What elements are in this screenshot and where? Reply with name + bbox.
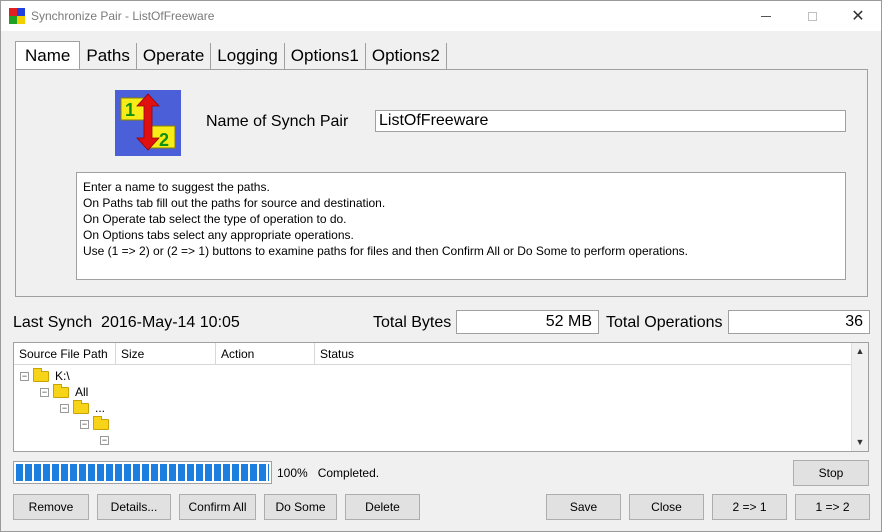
name-tab-panel: 1 2 Name of Synch Pair Enter a name to s… [15, 69, 868, 297]
progress-percent: 100% [277, 466, 308, 480]
progress-bar [13, 461, 272, 484]
progress-bar-fill [16, 464, 269, 481]
help-line: On Paths tab fill out the paths for sour… [83, 196, 386, 210]
help-text-box[interactable]: Enter a name to suggest the paths. On Pa… [76, 172, 846, 280]
close-button[interactable]: Close [629, 494, 704, 520]
app-window: Synchronize Pair - ListOfFreeware ✕ Name… [0, 0, 882, 532]
collapse-icon[interactable]: − [100, 435, 109, 445]
collapse-icon[interactable]: − [20, 371, 29, 381]
tree-item[interactable]: − ... [60, 399, 106, 416]
folder-icon [53, 383, 69, 398]
collapse-icon[interactable]: − [60, 403, 69, 413]
total-bytes-value: 52 MB [456, 310, 599, 334]
synch-pair-name-label: Name of Synch Pair [206, 113, 349, 130]
minimize-icon [761, 15, 771, 17]
window-title: Synchronize Pair - ListOfFreeware [31, 9, 215, 23]
list-header: Source File Path Size Action Status [14, 343, 852, 365]
folder-icon [73, 399, 89, 414]
operations-list[interactable]: Source File Path Size Action Status − K:… [13, 342, 869, 452]
folder-icon [33, 367, 49, 382]
total-operations-label: Total Operations [606, 314, 723, 331]
last-synch-label: Last Synch [13, 314, 93, 331]
help-line: Use (1 => 2) or (2 => 1) buttons to exam… [83, 244, 688, 258]
help-line: Enter a name to suggest the paths. [83, 180, 270, 194]
total-bytes-label: Total Bytes [373, 314, 452, 331]
tab-logging[interactable]: Logging [211, 43, 285, 69]
help-line: On Operate tab select the type of operat… [83, 212, 347, 226]
last-synch-row: Last Synch 2016-May-14 10:05 [13, 314, 240, 332]
sync-pair-logo-icon: 1 2 [115, 90, 181, 156]
do-some-button[interactable]: Do Some [264, 494, 337, 520]
details-button[interactable]: Details... [97, 494, 171, 520]
logo-digit-two: 2 [159, 130, 169, 150]
tree-item[interactable]: − [100, 432, 113, 448]
collapse-icon[interactable]: − [80, 419, 89, 429]
list-vertical-scrollbar[interactable]: ▲ ▼ [851, 343, 868, 451]
progress-status: 100% Completed. [277, 466, 379, 480]
tree-item[interactable]: − All [40, 383, 89, 400]
last-synch-value: 2016-May-14 10:05 [101, 314, 240, 331]
total-operations-value: 36 [728, 310, 870, 334]
tab-operate[interactable]: Operate [137, 43, 212, 69]
sync-2-to-1-button[interactable]: 2 => 1 [712, 494, 787, 520]
minimize-button[interactable] [743, 1, 789, 31]
maximize-icon [807, 11, 817, 21]
folder-icon [93, 415, 109, 430]
scroll-down-arrow-icon[interactable]: ▼ [852, 434, 868, 451]
column-header-size[interactable]: Size [116, 343, 216, 365]
maximize-button[interactable] [789, 1, 835, 31]
tab-name[interactable]: Name [15, 41, 81, 69]
tree-item[interactable]: − K:\ [20, 367, 70, 384]
close-window-button[interactable]: ✕ [835, 1, 881, 31]
tree-item-label: K:\ [55, 369, 70, 383]
column-header-source-path[interactable]: Source File Path [14, 343, 116, 365]
app-icon [9, 8, 25, 24]
tab-options2[interactable]: Options2 [366, 43, 447, 69]
sync-1-to-2-button[interactable]: 1 => 2 [795, 494, 870, 520]
logo-digit-one: 1 [125, 100, 135, 120]
tab-paths[interactable]: Paths [80, 43, 137, 69]
tab-strip: Name Paths Operate Logging Options1 Opti… [15, 41, 447, 69]
synch-pair-name-input[interactable] [375, 110, 846, 132]
tree-item-label: All [75, 385, 89, 399]
close-icon: ✕ [851, 8, 865, 25]
collapse-icon[interactable]: − [40, 387, 49, 397]
column-header-action[interactable]: Action [216, 343, 315, 365]
tree-item[interactable]: − [80, 415, 115, 432]
tab-options1[interactable]: Options1 [285, 43, 366, 69]
column-header-status[interactable]: Status [315, 343, 852, 365]
confirm-all-button[interactable]: Confirm All [179, 494, 256, 520]
scroll-up-arrow-icon[interactable]: ▲ [852, 343, 868, 360]
tree-item-label: ... [95, 401, 106, 415]
title-bar[interactable]: Synchronize Pair - ListOfFreeware ✕ [1, 1, 881, 31]
help-line: On Options tabs select any appropriate o… [83, 228, 354, 242]
delete-button[interactable]: Delete [345, 494, 420, 520]
remove-button[interactable]: Remove [13, 494, 89, 520]
save-button[interactable]: Save [546, 494, 621, 520]
stop-button[interactable]: Stop [793, 460, 869, 486]
progress-status-text: Completed. [317, 466, 380, 480]
